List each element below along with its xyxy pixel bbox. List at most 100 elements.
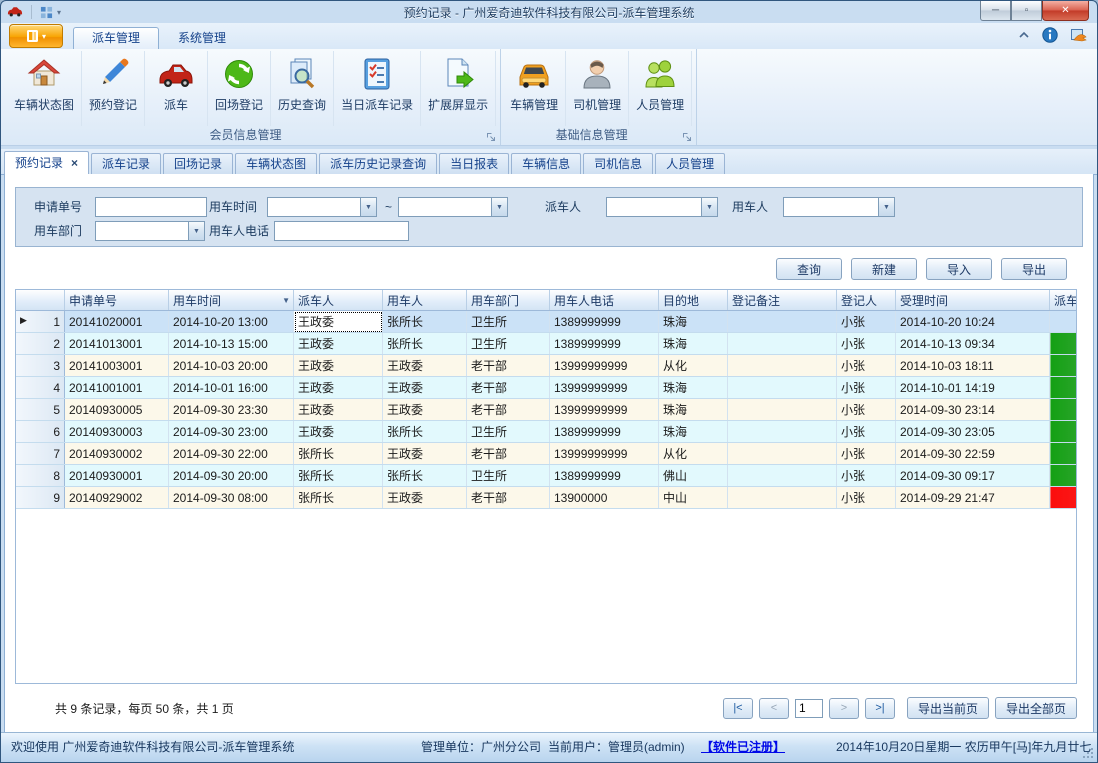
cell[interactable] (728, 443, 837, 465)
cell[interactable] (728, 465, 837, 487)
cell[interactable]: 卫生所 (467, 333, 550, 355)
prev-page-button[interactable]: < (759, 698, 789, 719)
page-number-input[interactable] (795, 699, 823, 718)
table-row[interactable]: 3201410030012014-10-03 20:00王政委王政委老干部139… (16, 355, 1077, 377)
data-grid[interactable]: 申请单号用车时间▼派车人用车人用车部门用车人电话目的地登记备注登记人受理时间派车… (15, 289, 1077, 684)
first-page-button[interactable]: |< (723, 698, 753, 719)
cell[interactable]: 老干部 (467, 399, 550, 421)
cell[interactable]: 13900000 (550, 487, 659, 509)
cell[interactable] (728, 421, 837, 443)
cell[interactable]: 小张 (837, 333, 896, 355)
column-header[interactable]: 派车状态 (1050, 290, 1078, 311)
vehicle-status-map-button[interactable]: 车辆状态图 (7, 51, 82, 126)
cell[interactable]: 2014-10-13 09:34 (896, 333, 1050, 355)
tab-staff-management[interactable]: 人员管理 (655, 153, 725, 174)
cell[interactable]: 王政委 (294, 311, 383, 333)
next-page-button[interactable]: > (829, 698, 859, 719)
table-row[interactable]: 2201410130012014-10-13 15:00王政委张所长卫生所138… (16, 333, 1077, 355)
cell[interactable]: 老干部 (467, 377, 550, 399)
import-button[interactable]: 导入 (926, 258, 992, 280)
cell[interactable]: 13999999999 (550, 355, 659, 377)
column-header[interactable]: 用车人电话 (550, 290, 659, 311)
tab-return-records[interactable]: 回场记录 (163, 153, 233, 174)
table-row[interactable]: ▶1201410200012014-10-20 13:00王政委张所长卫生所13… (16, 311, 1077, 333)
tab-reservation-records[interactable]: 预约记录× (4, 151, 89, 175)
cell[interactable]: 珠海 (659, 333, 728, 355)
ribbon-tab-system[interactable]: 系统管理 (159, 27, 245, 49)
chevron-down-icon[interactable]: ▼ (491, 197, 508, 217)
cell[interactable]: 小张 (837, 487, 896, 509)
cell[interactable]: 小张 (837, 421, 896, 443)
dispatch-button[interactable]: 派车 (145, 51, 208, 126)
cell[interactable]: 20140930005 (65, 399, 169, 421)
time-from-input[interactable] (267, 197, 360, 217)
cell[interactable]: 20141013001 (65, 333, 169, 355)
cell[interactable]: 2014-09-30 23:00 (169, 421, 294, 443)
column-header[interactable]: 受理时间 (896, 290, 1050, 311)
column-header[interactable]: 申请单号 (65, 290, 169, 311)
cell[interactable]: 佛山 (659, 465, 728, 487)
new-button[interactable]: 新建 (851, 258, 917, 280)
table-row[interactable]: 5201409300052014-09-30 23:30王政委王政委老干部139… (16, 399, 1077, 421)
cell[interactable]: 2014-09-30 20:00 (169, 465, 294, 487)
tab-vehicle-status-map[interactable]: 车辆状态图 (235, 153, 317, 174)
driver-management-button[interactable]: 司机管理 (566, 51, 629, 126)
cell[interactable]: 1389999999 (550, 465, 659, 487)
cell[interactable] (728, 377, 837, 399)
time-from-combo[interactable]: ▼ (267, 197, 377, 217)
table-row[interactable]: 8201409300012014-09-30 20:00张所长张所长卫生所138… (16, 465, 1077, 487)
column-header[interactable]: 用车时间▼ (169, 290, 294, 311)
table-row[interactable]: 7201409300022014-09-30 22:00张所长王政委老干部139… (16, 443, 1077, 465)
row-indicator[interactable]: 9 (16, 487, 65, 509)
column-header[interactable]: 用车人 (383, 290, 467, 311)
dept-input[interactable] (95, 221, 188, 241)
cell[interactable]: 20141003001 (65, 355, 169, 377)
cell[interactable] (728, 311, 837, 333)
cell[interactable]: 卫生所 (467, 421, 550, 443)
maximize-button[interactable]: ▫ (1011, 1, 1042, 21)
cell[interactable]: 2014-10-01 16:00 (169, 377, 294, 399)
tab-driver-info[interactable]: 司机信息 (583, 153, 653, 174)
cell[interactable]: 20140930003 (65, 421, 169, 443)
cell[interactable]: 张所长 (294, 443, 383, 465)
row-indicator[interactable]: 2 (16, 333, 65, 355)
time-to-combo[interactable]: ▼ (398, 197, 508, 217)
query-button[interactable]: 查询 (776, 258, 842, 280)
column-header[interactable]: 用车部门 (467, 290, 550, 311)
return-register-button[interactable]: 回场登记 (208, 51, 271, 126)
cell[interactable]: 珠海 (659, 399, 728, 421)
cell[interactable] (728, 355, 837, 377)
cell[interactable]: 2014-09-30 09:17 (896, 465, 1050, 487)
cell[interactable]: 王政委 (383, 487, 467, 509)
license-registered-link[interactable]: 【软件已注册】 (701, 733, 785, 761)
cell[interactable]: 13999999999 (550, 443, 659, 465)
row-indicator[interactable]: 8 (16, 465, 65, 487)
export-current-page-button[interactable]: 导出当前页 (907, 697, 989, 719)
column-header[interactable]: 登记人 (837, 290, 896, 311)
column-header[interactable]: 登记备注 (728, 290, 837, 311)
close-tab-icon[interactable]: × (71, 156, 78, 170)
cell[interactable]: 小张 (837, 443, 896, 465)
cell[interactable]: 2014-09-29 21:47 (896, 487, 1050, 509)
cell[interactable]: 2014-10-03 18:11 (896, 355, 1050, 377)
sort-arrow-icon[interactable]: ▼ (282, 296, 290, 305)
apply-no-input[interactable] (95, 197, 207, 217)
dialog-launcher-icon[interactable] (486, 132, 496, 142)
staff-management-button[interactable]: 人员管理 (629, 51, 692, 126)
cell[interactable]: 2014-09-30 22:59 (896, 443, 1050, 465)
cell[interactable]: 王政委 (383, 443, 467, 465)
table-row[interactable]: 9201409290022014-09-30 08:00张所长王政委老干部139… (16, 487, 1077, 509)
column-header[interactable]: 派车人 (294, 290, 383, 311)
table-row[interactable]: 6201409300032014-09-30 23:00王政委张所长卫生所138… (16, 421, 1077, 443)
cell[interactable]: 王政委 (383, 377, 467, 399)
cell[interactable] (728, 487, 837, 509)
ribbon-tab-dispatch[interactable]: 派车管理 (73, 27, 159, 49)
cell[interactable]: 珠海 (659, 421, 728, 443)
chevron-down-icon[interactable]: ▼ (878, 197, 895, 217)
cell[interactable]: 卫生所 (467, 465, 550, 487)
cell[interactable]: 2014-09-30 08:00 (169, 487, 294, 509)
cell[interactable]: 20140930002 (65, 443, 169, 465)
cell[interactable]: 20140930001 (65, 465, 169, 487)
row-indicator[interactable]: 5 (16, 399, 65, 421)
cell[interactable]: 老干部 (467, 487, 550, 509)
